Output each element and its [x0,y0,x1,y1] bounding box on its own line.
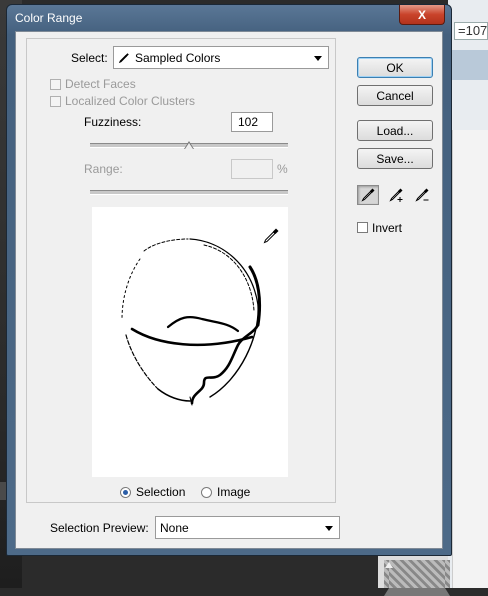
background-field: =1079 [454,22,488,40]
close-button[interactable]: X [399,5,445,25]
fuzziness-slider-thumb[interactable] [184,141,194,149]
save-button[interactable]: Save... [357,148,433,169]
cancel-button[interactable]: Cancel [357,85,433,106]
background-thumbnail [378,552,450,596]
selection-radio[interactable] [120,487,131,498]
selection-preview-dropdown[interactable]: None [155,516,340,539]
select-value: Sampled Colors [135,50,221,65]
detect-faces-label: Detect Faces [65,77,136,91]
background-strip [448,50,488,80]
range-label: Range: [84,162,123,176]
ok-button[interactable]: OK [357,57,433,78]
range-input[interactable] [231,159,273,179]
fuzziness-label: Fuzziness: [84,115,142,129]
eyedropper-subtract-tool[interactable] [411,185,433,205]
select-label: Select: [71,51,108,65]
background-right: =1079 [448,0,488,588]
thumbnail-image [384,560,450,596]
invert-checkbox[interactable] [357,222,368,233]
eyedropper-add-tool[interactable] [385,185,407,205]
selection-mask [121,238,262,406]
localized-clusters-checkbox[interactable] [50,96,61,107]
selection-radio-label: Selection [136,485,186,499]
select-dropdown[interactable]: Sampled Colors [113,46,329,69]
eyedropper-cursor-icon [263,228,279,244]
fuzziness-input[interactable]: 102 [231,112,273,132]
chevron-down-icon [314,55,322,61]
range-slider[interactable] [90,190,288,195]
localized-clusters-label: Localized Color Clusters [65,94,196,108]
window-title: Color Range [15,11,83,25]
image-radio[interactable] [201,487,212,498]
selection-preview-value: None [160,520,189,535]
eyedropper-icon [118,52,129,63]
background-panel [452,130,488,588]
eyedropper-minus-icon [415,188,429,202]
eyedropper-icon [361,188,375,202]
eyedropper-plus-icon [389,188,403,202]
detect-faces-checkbox[interactable] [50,79,61,90]
invert-label: Invert [372,221,403,235]
range-unit: % [277,162,288,176]
eyedropper-tool[interactable] [357,185,379,205]
load-button[interactable]: Load... [357,120,433,141]
chevron-down-icon [325,525,333,531]
selection-preview-image [92,207,288,477]
image-radio-label: Image [217,485,251,499]
selection-preview-label: Selection Preview: [50,521,149,535]
